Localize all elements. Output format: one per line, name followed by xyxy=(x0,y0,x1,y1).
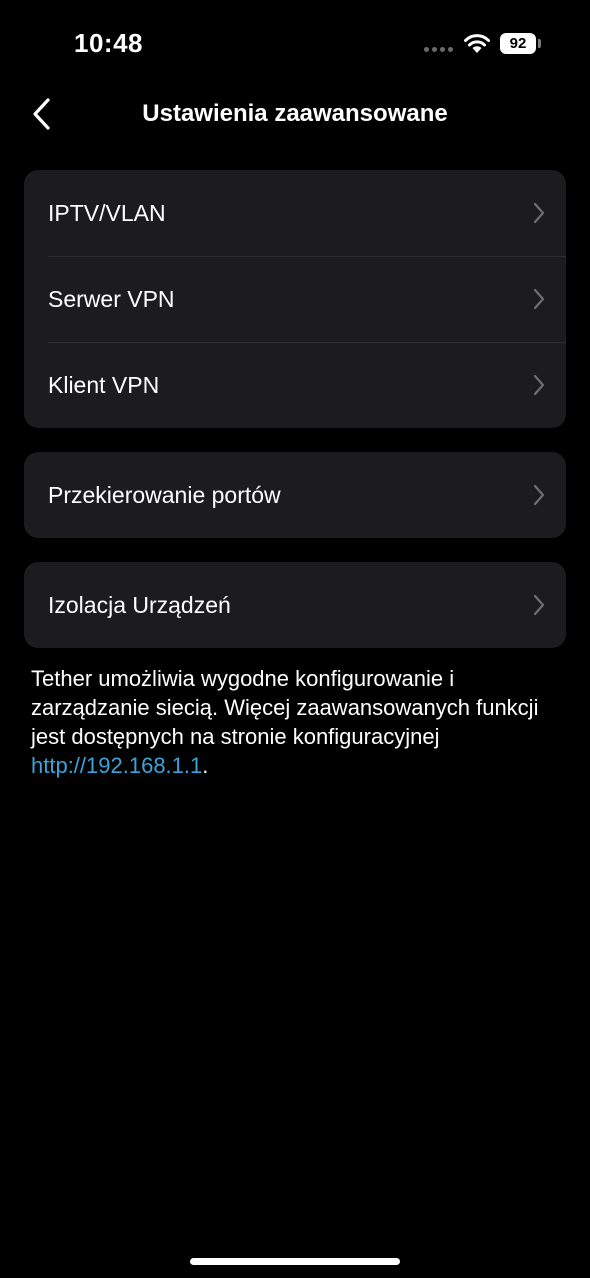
chevron-right-icon xyxy=(533,484,545,506)
settings-group-vpn: IPTV/VLAN Serwer VPN Klient VPN xyxy=(24,170,566,428)
cellular-signal-icon xyxy=(424,47,453,52)
config-page-link[interactable]: http://192.168.1.1 xyxy=(31,753,202,778)
row-vpn-client[interactable]: Klient VPN xyxy=(24,342,566,428)
wifi-icon xyxy=(464,34,490,53)
row-label: IPTV/VLAN xyxy=(48,199,166,226)
screen: 10:48 92 Ustawienia zaawansowane IPTV/VL… xyxy=(0,0,590,1278)
row-port-forwarding[interactable]: Przekierowanie portów xyxy=(24,452,566,538)
row-label: Serwer VPN xyxy=(48,285,175,312)
status-bar: 10:48 92 xyxy=(0,0,590,86)
battery-icon: 92 xyxy=(500,33,536,54)
chevron-right-icon xyxy=(533,374,545,396)
status-time: 10:48 xyxy=(74,28,143,58)
info-text-end: . xyxy=(202,753,209,778)
home-indicator[interactable] xyxy=(190,1258,400,1265)
settings-group-device-isolation: Izolacja Urządzeń xyxy=(24,562,566,648)
info-text-body: Tether umożliwia wygodne konfigurowanie … xyxy=(31,666,539,749)
page-title: Ustawienia zaawansowane xyxy=(142,100,448,127)
settings-group-port-forwarding: Przekierowanie portów xyxy=(24,452,566,538)
row-device-isolation[interactable]: Izolacja Urządzeń xyxy=(24,562,566,648)
nav-bar: Ustawienia zaawansowane xyxy=(0,86,590,142)
row-label: Izolacja Urządzeń xyxy=(48,591,231,618)
chevron-right-icon xyxy=(533,288,545,310)
row-vpn-server[interactable]: Serwer VPN xyxy=(24,256,566,342)
battery-level: 92 xyxy=(509,35,527,52)
chevron-right-icon xyxy=(533,202,545,224)
row-label: Przekierowanie portów xyxy=(48,481,281,508)
row-iptv-vlan[interactable]: IPTV/VLAN xyxy=(24,170,566,256)
row-label: Klient VPN xyxy=(48,371,160,398)
battery-tip xyxy=(538,39,541,48)
info-text: Tether umożliwia wygodne konfigurowanie … xyxy=(31,664,551,780)
chevron-right-icon xyxy=(533,594,545,616)
